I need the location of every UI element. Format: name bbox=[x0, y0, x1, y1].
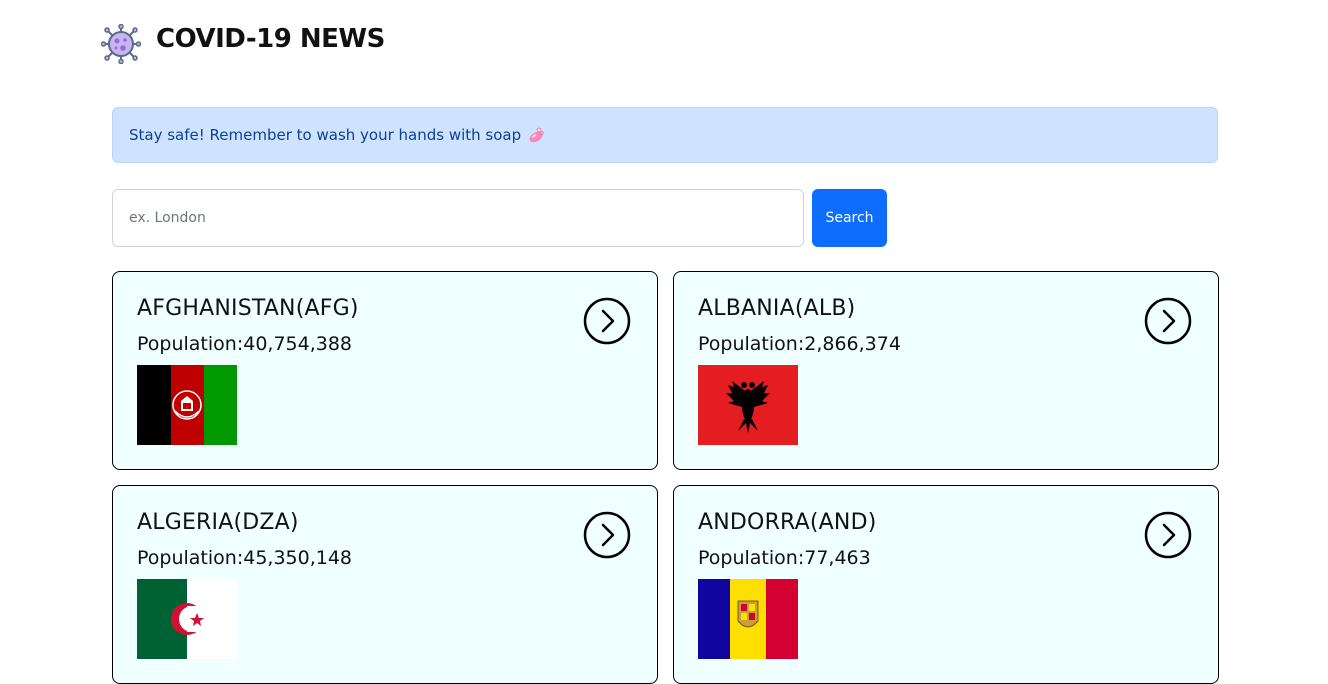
search-input[interactable] bbox=[112, 189, 804, 247]
virus-icon bbox=[101, 24, 141, 64]
safety-alert: Stay safe! Remember to wash your hands w… bbox=[112, 107, 1218, 163]
chevron-right-circle-icon[interactable] bbox=[583, 511, 631, 559]
brand-header: COVID-19 NEWS bbox=[101, 18, 385, 68]
country-population: Population:45,350,148 bbox=[137, 547, 353, 569]
country-card-algeria[interactable]: ALGERIA(DZA) Population:45,350,148 bbox=[112, 485, 658, 684]
chevron-right-circle-icon[interactable] bbox=[583, 297, 631, 345]
country-population: Population:77,463 bbox=[698, 547, 871, 569]
country-card-andorra[interactable]: ANDORRA(AND) Population:77,463 bbox=[673, 485, 1219, 684]
search-button[interactable]: Search bbox=[812, 189, 887, 247]
country-population: Population:2,866,374 bbox=[698, 333, 901, 355]
country-name: ALGERIA(DZA) bbox=[137, 510, 299, 535]
albania-flag bbox=[698, 365, 798, 445]
chevron-right-circle-icon[interactable] bbox=[1144, 511, 1192, 559]
country-population: Population:40,754,388 bbox=[137, 333, 353, 355]
algeria-flag bbox=[137, 579, 237, 659]
country-card-albania[interactable]: ALBANIA(ALB) Population:2,866,374 bbox=[673, 271, 1219, 470]
country-name: AFGHANISTAN(AFG) bbox=[137, 296, 359, 321]
page-title: COVID-19 NEWS bbox=[156, 24, 385, 54]
country-name: ALBANIA(ALB) bbox=[698, 296, 856, 321]
andorra-flag bbox=[698, 579, 798, 659]
soap-icon bbox=[529, 127, 544, 143]
alert-text: Stay safe! Remember to wash your hands w… bbox=[129, 126, 522, 144]
country-card-afghanistan[interactable]: AFGHANISTAN(AFG) Population:40,754,388 bbox=[112, 271, 658, 470]
country-name: ANDORRA(AND) bbox=[698, 510, 877, 535]
afghanistan-flag bbox=[137, 365, 237, 445]
chevron-right-circle-icon[interactable] bbox=[1144, 297, 1192, 345]
